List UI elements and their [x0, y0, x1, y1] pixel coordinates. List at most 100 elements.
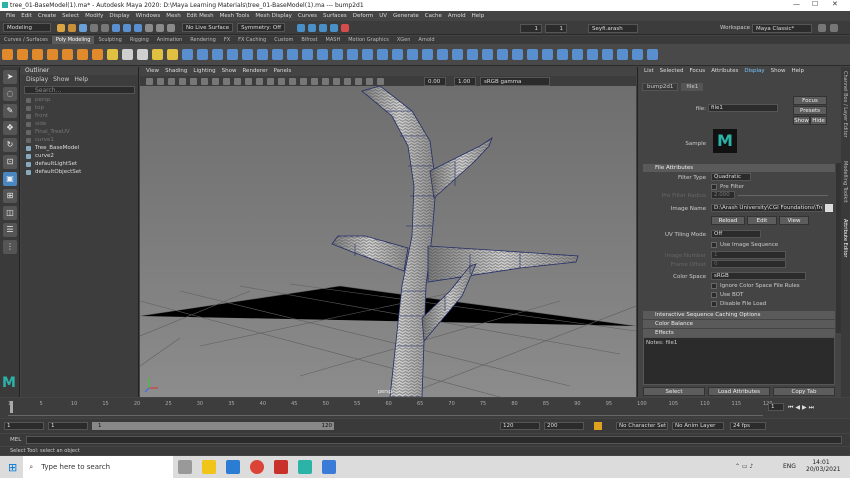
shelf-wedge-icon[interactable]	[497, 49, 508, 60]
use-bot-checkbox[interactable]	[711, 292, 717, 298]
xray-joints-icon[interactable]	[366, 77, 373, 85]
mel-input[interactable]	[26, 436, 842, 444]
outliner-item[interactable]: front	[21, 112, 138, 120]
use-image-sequence-checkbox[interactable]	[711, 242, 717, 248]
shelf-svg-icon[interactable]	[167, 49, 178, 60]
browse-folder-icon[interactable]	[825, 204, 833, 212]
current-frame-field[interactable]: 1	[768, 403, 784, 411]
ignore-cs-rules-checkbox[interactable]	[711, 283, 717, 289]
render-frame-icon[interactable]	[297, 23, 306, 32]
task-view-icon[interactable]	[178, 460, 193, 474]
shelf-planar-icon[interactable]	[617, 49, 628, 60]
pre-filter-radius-slider[interactable]	[738, 195, 828, 196]
toggle-ui-icon[interactable]	[818, 24, 826, 32]
shelf-tab-arnold[interactable]: Arnold	[414, 36, 438, 44]
shelf-cleanup-icon[interactable]	[587, 49, 598, 60]
current-time-marker[interactable]	[10, 401, 13, 413]
menu-windows[interactable]: Windows	[136, 13, 161, 19]
select-hierarchy-icon[interactable]	[112, 23, 120, 32]
shelf-tab-rigging[interactable]: Rigging	[126, 36, 153, 44]
section-effects[interactable]: Effects	[643, 329, 835, 337]
resolution-gate-icon[interactable]	[212, 77, 219, 85]
shelf-offset-loop-icon[interactable]	[422, 49, 433, 60]
menu-create[interactable]: Create	[38, 13, 56, 19]
shelf-tab-fx[interactable]: FX	[220, 36, 234, 44]
inner-start-field[interactable]: 1	[48, 422, 88, 430]
attr-menu-display[interactable]: Display	[744, 67, 764, 76]
outliner-item[interactable]: curve1	[21, 136, 138, 144]
image-number-field[interactable]: 1	[711, 251, 786, 259]
shelf-tab-custom[interactable]: Custom	[270, 36, 297, 44]
xray-icon[interactable]	[355, 77, 362, 85]
outliner-item[interactable]: defaultObjectSet	[21, 168, 138, 176]
viewport-scene[interactable]: persp	[140, 86, 636, 397]
outliner-item[interactable]: top	[21, 104, 138, 112]
shelf-sphere-icon[interactable]	[2, 49, 13, 60]
safe-action-icon[interactable]	[245, 77, 252, 85]
attr-menu-list[interactable]: List	[644, 67, 654, 76]
four-pane-icon[interactable]: ⊞	[3, 189, 17, 203]
camera-lock-icon[interactable]	[157, 77, 164, 85]
arnold-render-icon[interactable]	[341, 23, 350, 32]
shelf-tab-curves-surfaces[interactable]: Curves / Surfaces	[0, 36, 52, 44]
shadows-icon[interactable]	[311, 77, 318, 85]
shelf-bridge-icon[interactable]	[272, 49, 283, 60]
undo-icon[interactable]	[90, 23, 98, 32]
redo-icon[interactable]	[101, 23, 109, 32]
save-scene-icon[interactable]	[79, 23, 87, 32]
shelf-separate-icon[interactable]	[197, 49, 208, 60]
section-color-balance[interactable]: Color Balance	[643, 320, 835, 328]
select-tool-icon[interactable]: ➤	[3, 70, 17, 84]
shelf-target-weld-icon[interactable]	[362, 49, 373, 60]
layout-icon[interactable]: ⋮	[3, 240, 17, 254]
snap-grid-icon[interactable]	[145, 23, 153, 32]
isolate-select-icon[interactable]	[344, 77, 351, 85]
user-account[interactable]: Seyfi.arash	[588, 24, 638, 33]
shelf-poke-icon[interactable]	[482, 49, 493, 60]
menu-surfaces[interactable]: Surfaces	[323, 13, 347, 19]
time-ruler[interactable]: 1510152025303540455055606570758085909510…	[8, 400, 773, 416]
antialiasing-icon[interactable]	[333, 77, 340, 85]
shelf-cylinder-icon[interactable]	[32, 49, 43, 60]
shelf-tab-fx-caching[interactable]: FX Caching	[234, 36, 270, 44]
tray-icons[interactable]: ⌃ ▭ ♪	[735, 463, 753, 470]
shelf-slide-edge-icon[interactable]	[452, 49, 463, 60]
attr-menu-attributes[interactable]: Attributes	[711, 67, 738, 76]
menu-arnold[interactable]: Arnold	[448, 13, 466, 19]
filter-type-dropdown[interactable]: Quadratic	[711, 173, 751, 181]
side-tab-modelling-toolkit[interactable]: Modelling Toolkit	[842, 161, 848, 203]
shelf-bridge-edge-icon[interactable]	[332, 49, 343, 60]
tab-bump2d1[interactable]: bump2d1	[642, 83, 679, 91]
viewport-menu-renderer[interactable]: Renderer	[242, 67, 267, 76]
shelf-tab-mash[interactable]: MASH	[322, 36, 345, 44]
snap-point-icon[interactable]	[167, 23, 175, 32]
menu-modify[interactable]: Modify	[85, 13, 103, 19]
viewport-menu-show[interactable]: Show	[222, 67, 237, 76]
grid-icon[interactable]	[190, 77, 197, 85]
copy-tab-button[interactable]: Copy Tab	[773, 387, 835, 396]
menu-file[interactable]: File	[6, 13, 15, 19]
menu-edit[interactable]: Edit	[21, 13, 32, 19]
num-field-2[interactable]: 1	[545, 24, 567, 33]
ipr-render-icon[interactable]	[308, 23, 317, 32]
shelf-tab-rendering[interactable]: Rendering	[186, 36, 220, 44]
acrobat-icon[interactable]	[274, 460, 289, 474]
workspace-dropdown[interactable]: Maya Classic*	[752, 24, 812, 33]
gate-mask-icon[interactable]	[223, 77, 230, 85]
language-indicator[interactable]: ENG	[783, 463, 796, 470]
attr-menu-focus[interactable]: Focus	[689, 67, 705, 76]
gamma-field[interactable]: 1.00	[454, 77, 476, 86]
shelf-extrude-icon[interactable]	[287, 49, 298, 60]
xray-components-icon[interactable]	[377, 77, 384, 85]
menu-help[interactable]: Help	[472, 13, 485, 19]
shelf-circularize-icon[interactable]	[512, 49, 523, 60]
presets-button[interactable]: Presets	[793, 106, 827, 115]
shelf-platonic-icon[interactable]	[107, 49, 118, 60]
outliner-item[interactable]: Tree_BaseModel	[21, 144, 138, 152]
outliner-menu-show[interactable]: Show	[53, 76, 69, 83]
attr-menu-help[interactable]: Help	[791, 67, 804, 76]
select-button[interactable]: Select	[643, 387, 705, 396]
move-tool-icon[interactable]: ✥	[3, 121, 17, 135]
camera-select-icon[interactable]	[146, 77, 153, 85]
maximize-button[interactable]: ☐	[812, 0, 818, 8]
